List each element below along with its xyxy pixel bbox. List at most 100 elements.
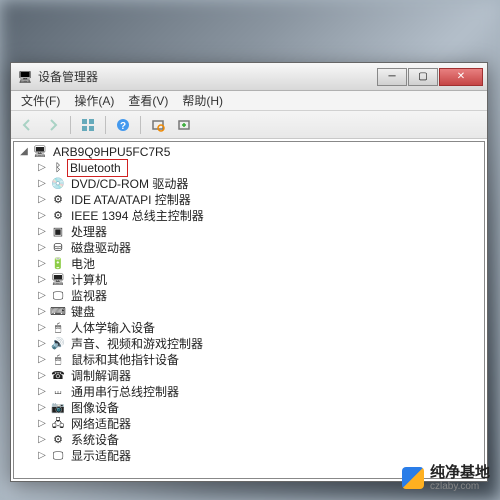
- refresh-button[interactable]: [172, 114, 196, 136]
- sound-icon: 🔊: [50, 337, 66, 351]
- expander-icon[interactable]: ▷: [36, 178, 48, 190]
- tree-node[interactable]: ▷⌨键盘: [36, 304, 480, 320]
- node-label[interactable]: 调制解调器: [69, 368, 133, 384]
- menu-view[interactable]: 查看(V): [122, 90, 174, 111]
- disc-icon: 💿: [50, 177, 66, 191]
- view-all-button[interactable]: [76, 114, 100, 136]
- menu-help[interactable]: 帮助(H): [176, 90, 229, 111]
- expander-icon[interactable]: ▷: [36, 242, 48, 254]
- node-label[interactable]: 人体学输入设备: [69, 320, 157, 336]
- tree-node[interactable]: ▷📷图像设备: [36, 400, 480, 416]
- node-label[interactable]: 键盘: [69, 304, 97, 320]
- scan-button[interactable]: [146, 114, 170, 136]
- svg-text:?: ?: [120, 121, 126, 132]
- expander-icon[interactable]: ▷: [36, 210, 48, 222]
- tree-node[interactable]: ▷🖵监视器: [36, 288, 480, 304]
- node-label[interactable]: 网络适配器: [69, 416, 133, 432]
- watermark: 纯净基地 czlaby.com: [402, 465, 490, 493]
- node-label[interactable]: IDE ATA/ATAPI 控制器: [69, 192, 193, 208]
- node-label[interactable]: 计算机: [69, 272, 109, 288]
- back-button[interactable]: [15, 114, 39, 136]
- hid-icon: 🖱: [50, 321, 66, 335]
- node-label[interactable]: 图像设备: [69, 400, 121, 416]
- tree-node[interactable]: ▷⚙系统设备: [36, 432, 480, 448]
- expander-icon[interactable]: ▷: [36, 450, 48, 462]
- tree-node[interactable]: ▷🔋电池: [36, 256, 480, 272]
- forward-button[interactable]: [41, 114, 65, 136]
- toolbar-separator: [140, 116, 141, 134]
- node-label[interactable]: 电池: [69, 256, 97, 272]
- expander-icon[interactable]: ▷: [36, 370, 48, 382]
- expander-icon[interactable]: ▷: [36, 386, 48, 398]
- controller-icon: ⚙: [50, 193, 66, 207]
- expander-icon[interactable]: ▷: [36, 322, 48, 334]
- expander-icon[interactable]: ▷: [36, 258, 48, 270]
- battery-icon: 🔋: [50, 257, 66, 271]
- modem-icon: ☎: [50, 369, 66, 383]
- tree-node[interactable]: ▷🖵显示适配器: [36, 448, 480, 464]
- expander-icon[interactable]: ▷: [36, 162, 48, 174]
- menu-action[interactable]: 操作(A): [68, 90, 120, 111]
- close-button[interactable]: ✕: [439, 68, 483, 86]
- expander-icon[interactable]: ▷: [36, 418, 48, 430]
- node-label[interactable]: 鼠标和其他指针设备: [69, 352, 181, 368]
- expander-icon[interactable]: ▷: [36, 434, 48, 446]
- tree-node[interactable]: ▷☎调制解调器: [36, 368, 480, 384]
- tree-node[interactable]: ▷ᛒBluetooth: [36, 160, 480, 176]
- usb-icon: ⏙: [50, 385, 66, 399]
- expander-icon[interactable]: ▷: [36, 194, 48, 206]
- node-label[interactable]: 系统设备: [69, 432, 121, 448]
- imaging-icon: 📷: [50, 401, 66, 415]
- tree-node[interactable]: ▷▣处理器: [36, 224, 480, 240]
- node-label[interactable]: 处理器: [69, 224, 109, 240]
- node-label[interactable]: DVD/CD-ROM 驱动器: [69, 176, 190, 192]
- computer-icon: 🖥: [50, 273, 66, 287]
- titlebar[interactable]: 🖥 设备管理器 ─ ▢ ✕: [11, 63, 487, 91]
- node-label[interactable]: 通用串行总线控制器: [69, 384, 181, 400]
- menubar: 文件(F) 操作(A) 查看(V) 帮助(H): [11, 91, 487, 111]
- root-label[interactable]: ARB9Q9HPU5FC7R5: [51, 144, 172, 160]
- menu-file[interactable]: 文件(F): [15, 90, 66, 111]
- expander-icon[interactable]: ▷: [36, 290, 48, 302]
- expander-icon[interactable]: ▷: [36, 306, 48, 318]
- tree-node[interactable]: ▷🖱人体学输入设备: [36, 320, 480, 336]
- keyboard-icon: ⌨: [50, 305, 66, 319]
- device-tree[interactable]: ◢ 🖥 ARB9Q9HPU5FC7R5 ▷ᛒBluetooth▷💿DVD/CD-…: [13, 141, 485, 479]
- bluetooth-icon: ᛒ: [50, 161, 66, 175]
- controller-icon: ⚙: [50, 209, 66, 223]
- node-label[interactable]: 显示适配器: [69, 448, 133, 464]
- tree-node[interactable]: ▷🔊声音、视频和游戏控制器: [36, 336, 480, 352]
- expander-icon[interactable]: ▷: [36, 354, 48, 366]
- tree-node[interactable]: ▷⛁磁盘驱动器: [36, 240, 480, 256]
- tree-node[interactable]: ▷💿DVD/CD-ROM 驱动器: [36, 176, 480, 192]
- help-button[interactable]: ?: [111, 114, 135, 136]
- expander-icon[interactable]: ▷: [36, 226, 48, 238]
- tree-node[interactable]: ▷🖥计算机: [36, 272, 480, 288]
- tree-node[interactable]: ▷🖱鼠标和其他指针设备: [36, 352, 480, 368]
- tree-node[interactable]: ▷⚙IDE ATA/ATAPI 控制器: [36, 192, 480, 208]
- node-label[interactable]: 磁盘驱动器: [69, 240, 133, 256]
- system-icon: ⚙: [50, 433, 66, 447]
- maximize-button[interactable]: ▢: [408, 68, 438, 86]
- window-controls: ─ ▢ ✕: [377, 68, 483, 86]
- monitor-icon: 🖵: [50, 289, 66, 303]
- node-label[interactable]: IEEE 1394 总线主控制器: [69, 208, 206, 224]
- minimize-button[interactable]: ─: [377, 68, 407, 86]
- node-label[interactable]: 声音、视频和游戏控制器: [69, 336, 205, 352]
- expander-icon[interactable]: ▷: [36, 338, 48, 350]
- disk-icon: ⛁: [50, 241, 66, 255]
- tree-node[interactable]: ▷⚙IEEE 1394 总线主控制器: [36, 208, 480, 224]
- display-icon: 🖵: [50, 449, 66, 463]
- processor-icon: ▣: [50, 225, 66, 239]
- toolbar: ?: [11, 111, 487, 139]
- tree-node[interactable]: ▷⏙通用串行总线控制器: [36, 384, 480, 400]
- tree-root-node[interactable]: ◢ 🖥 ARB9Q9HPU5FC7R5 ▷ᛒBluetooth▷💿DVD/CD-…: [18, 144, 480, 464]
- tree-node[interactable]: ▷🖧网络适配器: [36, 416, 480, 432]
- watermark-url: czlaby.com: [430, 481, 490, 492]
- expander-icon[interactable]: ◢: [18, 146, 30, 158]
- expander-icon[interactable]: ▷: [36, 402, 48, 414]
- node-label[interactable]: Bluetooth: [67, 159, 128, 177]
- node-label[interactable]: 监视器: [69, 288, 109, 304]
- expander-icon[interactable]: ▷: [36, 274, 48, 286]
- toolbar-separator: [105, 116, 106, 134]
